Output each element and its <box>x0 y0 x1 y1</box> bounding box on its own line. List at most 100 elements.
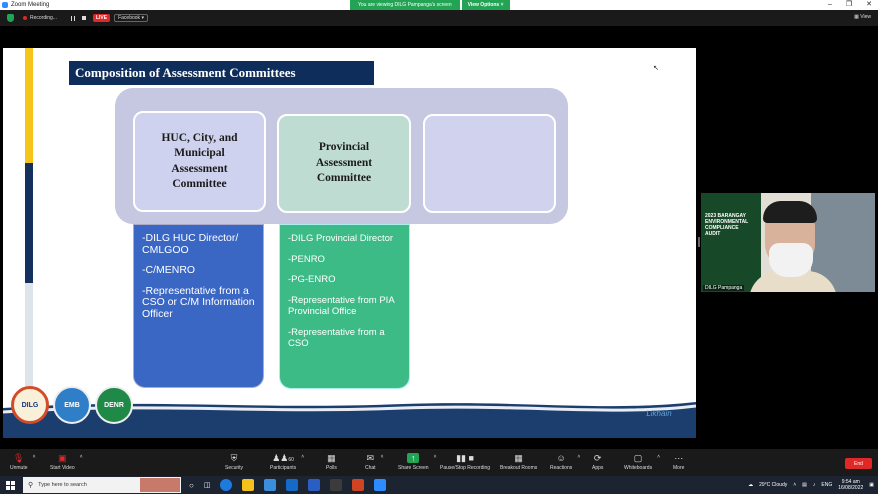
participant-video[interactable]: 2023 BARANGAY ENVIRONMENTAL COMPLIANCE A… <box>701 193 875 292</box>
meeting-toolbar: 🎙 Unmute ˄ ▣ Start Video ˄ ⛨ Security ♟♟60… <box>0 449 878 476</box>
windows-start-icon[interactable] <box>6 480 15 490</box>
participants-button[interactable]: ♟♟60 Participants ˄ <box>270 453 304 471</box>
breakout-icon: ▦ <box>514 453 523 463</box>
meeting-info-bar: Recording... LIVE Facebook ▾ ▦ View <box>0 10 878 26</box>
viewing-message: You are viewing DILG Pampanga's screen <box>350 0 460 10</box>
file-explorer-icon[interactable] <box>242 479 255 491</box>
tray-chevron-icon[interactable]: ˄ <box>793 482 796 488</box>
weather-text[interactable]: 29°C Cloudy <box>759 482 787 488</box>
unmute-button[interactable]: 🎙 Unmute ˄ <box>10 453 36 471</box>
member-item: -C/MENRO <box>142 264 196 276</box>
network-icon[interactable]: ▤ <box>802 482 807 488</box>
pause-recording-icon: ▮▮ ■ <box>456 453 474 463</box>
reactions-button[interactable]: ☺ Reactions ˄ <box>550 453 580 471</box>
restore-icon[interactable]: ❐ <box>846 0 852 10</box>
volume-icon[interactable]: ♪ <box>813 482 816 488</box>
member-item: -Representative from a CSO <box>288 326 385 350</box>
zoom-app-icon <box>2 2 8 8</box>
windows-taskbar: ⚲ Type here to search ○ ◫ ☁ 29°C Cloudy … <box>0 476 878 494</box>
pause-recording-icon[interactable] <box>70 15 75 21</box>
more-button[interactable]: ⋯ More <box>673 453 684 471</box>
clock[interactable]: 9:54 am 16/08/2022 <box>838 479 863 491</box>
mic-muted-icon: 🎙 <box>13 453 25 463</box>
member-item: -PG-ENRO <box>288 274 336 285</box>
face-mask <box>769 243 813 277</box>
member-item: -PENRO <box>288 253 325 265</box>
zoom-taskbar-icon[interactable] <box>374 479 387 491</box>
edge-icon[interactable] <box>220 479 233 491</box>
huc-members-list: -DILG HUC Director/ CMLGOO -C/MENRO -Rep… <box>133 224 264 388</box>
member-item: -Representative from PIA Provincial Offi… <box>288 294 395 318</box>
feather-app-icon[interactable] <box>330 479 343 491</box>
committee-name-line: Committee <box>172 178 227 190</box>
apps-icon: ⟳ <box>593 453 602 463</box>
recording-status: Recording... <box>30 15 57 21</box>
store-icon[interactable] <box>264 479 277 491</box>
whiteboards-button[interactable]: ▢ Whiteboards ˄ <box>624 453 660 471</box>
participant-hair <box>763 201 817 223</box>
shared-screen-slide: Composition of Assessment Committees ↖ H… <box>3 48 696 438</box>
search-icon: ⚲ <box>28 482 34 489</box>
whiteboard-icon: ▢ <box>633 453 643 463</box>
dilg-seal-icon: DILG <box>11 386 49 424</box>
committee-name-line: Committee <box>316 172 372 185</box>
encryption-shield-icon[interactable] <box>7 14 14 22</box>
member-item: -DILG Provincial Director <box>288 233 394 244</box>
committee-name-line: Provincial <box>318 141 370 154</box>
task-view-icon[interactable]: ◫ <box>204 481 211 489</box>
slide-accent-bar <box>25 48 33 438</box>
cortana-icon[interactable]: ○ <box>189 481 194 490</box>
committee-box-provincial: Provincial Assessment Committee <box>277 114 411 213</box>
close-icon[interactable]: ✕ <box>866 0 872 10</box>
search-highlight-image <box>140 478 180 492</box>
notifications-icon[interactable]: ▣ <box>869 482 874 488</box>
committee-name-line: HUC, City, and <box>161 131 238 144</box>
slide-title: Composition of Assessment Committees <box>69 61 374 85</box>
polls-icon: ▦ <box>327 453 336 463</box>
view-button[interactable]: ▦ View <box>854 14 871 20</box>
member-item: -Representative from a CSO or C/M Inform… <box>142 284 255 320</box>
stop-recording-icon[interactable] <box>81 16 86 20</box>
video-background-text: 2023 BARANGAY ENVIRONMENTAL COMPLIANCE A… <box>705 213 749 237</box>
apps-button[interactable]: ⟳ Apps <box>592 453 603 471</box>
panel-resize-handle[interactable] <box>698 237 700 247</box>
breakout-rooms-button[interactable]: ▦ Breakout Rooms <box>500 453 537 471</box>
chat-button[interactable]: ✉ Chat ˄ <box>365 453 384 471</box>
participant-name: DILG Pampanga <box>703 285 745 291</box>
system-tray: ☁ 29°C Cloudy ˄ ▤ ♪ ENG 9:54 am 16/08/20… <box>748 476 874 494</box>
more-icon: ⋯ <box>674 453 684 463</box>
committee-name-line: Assessment <box>171 162 228 175</box>
view-options-button[interactable]: View Options ˅ <box>461 0 510 10</box>
committee-box-empty <box>423 114 556 213</box>
powerpoint-icon[interactable] <box>352 479 365 491</box>
shield-icon: ⛨ <box>230 453 238 463</box>
start-video-button[interactable]: ▣ Start Video ˄ <box>50 453 83 471</box>
participants-icon: ♟♟60 <box>272 453 294 463</box>
weather-icon: ☁ <box>748 482 754 488</box>
share-screen-button[interactable]: ↑ Share Screen ˄ <box>398 453 437 471</box>
committee-box-huc: HUC, City, and Municipal Assessment Comm… <box>133 111 266 212</box>
emb-logo-icon: EMB <box>53 386 91 424</box>
recording-dot-icon <box>23 16 27 20</box>
language-indicator[interactable]: ENG <box>821 482 832 488</box>
minimize-icon[interactable]: – <box>828 0 832 10</box>
share-screen-icon: ↑ <box>407 453 420 463</box>
taskbar-search-input[interactable]: ⚲ Type here to search <box>23 477 181 493</box>
reactions-icon: ☺ <box>556 453 566 463</box>
mail-icon[interactable] <box>286 479 299 491</box>
end-meeting-button[interactable]: End <box>845 458 872 469</box>
viewing-banner: You are viewing DILG Pampanga's screen V… <box>350 0 510 10</box>
mouse-cursor-icon: ↖ <box>653 65 659 72</box>
committee-name-line: Assessment <box>315 156 373 169</box>
window-controls: – ❐ ✕ <box>828 0 872 10</box>
security-button[interactable]: ⛨ Security <box>225 453 243 471</box>
pause-stop-recording-button[interactable]: ▮▮ ■ Pause/Stop Recording <box>440 453 490 471</box>
committee-name-line: Municipal <box>174 147 225 159</box>
member-item: -DILG HUC Director/ CMLGOO <box>142 232 239 256</box>
polls-button[interactable]: ▦ Polls <box>326 453 337 471</box>
word-icon[interactable] <box>308 479 321 491</box>
denr-logo-icon: DENR <box>95 386 133 424</box>
video-off-icon: ▣ <box>58 453 67 463</box>
chat-icon: ✉ <box>366 453 375 463</box>
livestream-platform-dropdown[interactable]: Facebook ▾ <box>114 14 148 22</box>
